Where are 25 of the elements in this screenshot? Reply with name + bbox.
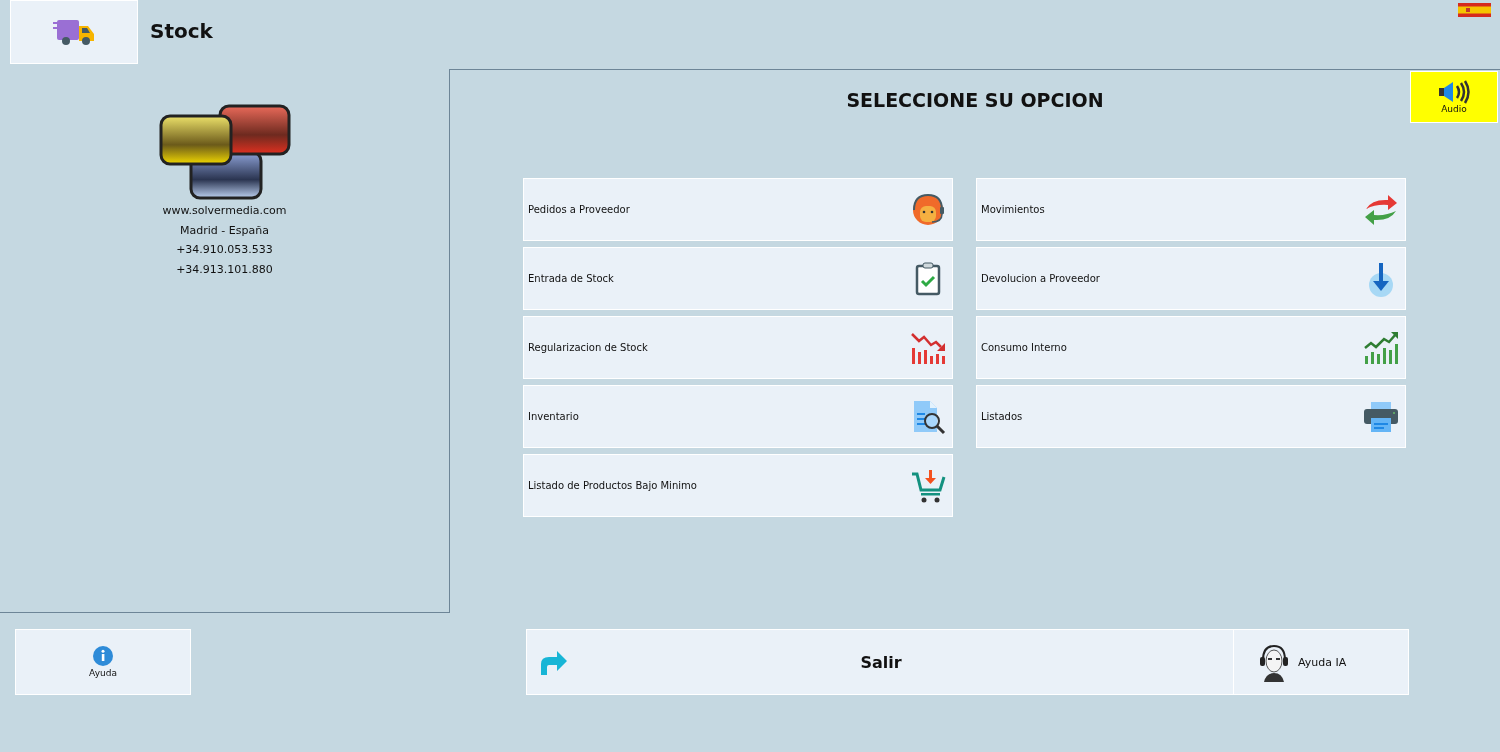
menu-option[interactable]: Listado de Productos Bajo Minimo (523, 454, 953, 517)
audio-button[interactable]: Audio (1410, 71, 1498, 123)
speaker-icon (1438, 80, 1470, 104)
menu-option[interactable]: Listados (976, 385, 1406, 448)
help-button[interactable]: Ayuda (15, 629, 191, 695)
rising-chart-icon (1363, 329, 1399, 366)
menu-option[interactable]: Devolucion a Proveedor (976, 247, 1406, 310)
page-heading: SELECCIONE SU OPCION (846, 89, 1104, 111)
contact-line: +34.913.101.880 (175, 261, 274, 278)
cart-download-icon (910, 467, 946, 504)
menu-option[interactable]: Movimientos (976, 178, 1406, 241)
contact-line: www.solvermedia.com (162, 203, 287, 219)
app-title: Stock (150, 19, 213, 43)
menu-option[interactable]: Regularizacion de Stock (523, 316, 953, 379)
headset-person-icon (910, 191, 946, 228)
menu-option[interactable]: Pedidos a Proveedor (523, 178, 953, 241)
menu-option[interactable]: Inventario (523, 385, 953, 448)
truck-icon (53, 18, 95, 46)
truck-button[interactable] (10, 0, 138, 64)
contact-line: Madrid - España (179, 222, 270, 239)
menu-option[interactable]: Entrada de Stock (523, 247, 953, 310)
info-icon (93, 646, 113, 666)
flag-icon[interactable] (1458, 3, 1491, 17)
contact-line: +34.910.053.533 (175, 242, 274, 258)
menu-option[interactable]: Consumo Interno (976, 316, 1406, 379)
